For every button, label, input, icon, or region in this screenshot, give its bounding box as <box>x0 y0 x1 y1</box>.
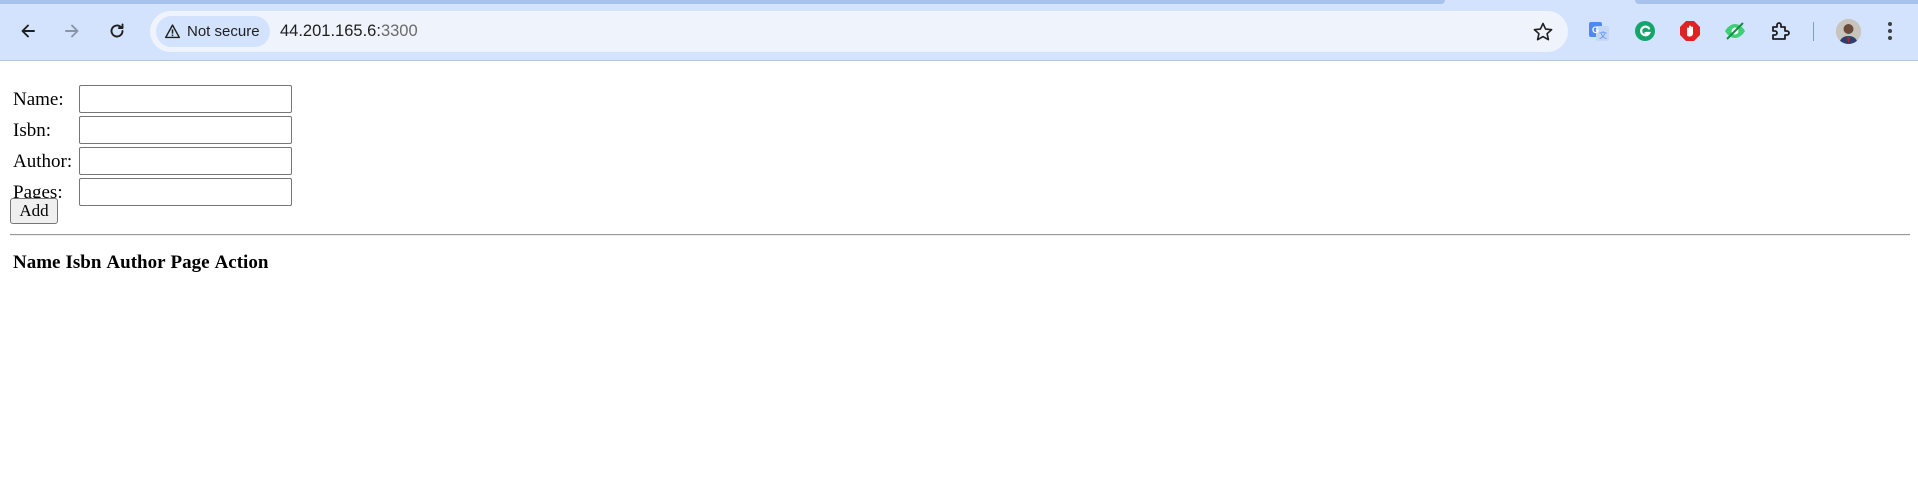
google-translate-icon: G文 <box>1589 22 1609 41</box>
toolbar-separator <box>1813 22 1814 41</box>
books-table-header: Name Isbn Author Page Action <box>13 251 273 275</box>
grammarly-icon <box>1635 21 1655 41</box>
svg-text:G: G <box>1592 25 1599 35</box>
address-bar[interactable]: Not secure 44.201.165.6:3300 <box>150 11 1568 52</box>
name-label: Name: <box>13 89 64 110</box>
add-button[interactable]: Add <box>10 198 58 224</box>
browser-toolbar: Not secure 44.201.165.6:3300 G文 <box>0 0 1918 61</box>
url-port: 3300 <box>380 22 418 40</box>
url-host: 44.201.165.6: <box>280 22 381 40</box>
form-row-name: Name: <box>11 85 311 113</box>
extensions-button[interactable] <box>1768 18 1794 44</box>
adblock-extension[interactable] <box>1677 18 1703 44</box>
warning-icon <box>164 24 181 39</box>
adblock-icon <box>1680 21 1700 41</box>
google-translate-extension[interactable]: G文 <box>1586 18 1612 44</box>
person-avatar-icon <box>1836 19 1861 44</box>
header-isbn: Isbn <box>65 252 102 273</box>
header-page: Page <box>170 252 210 273</box>
name-input[interactable] <box>79 85 292 113</box>
divider <box>10 234 1910 236</box>
url-text[interactable]: 44.201.165.6:3300 <box>280 11 1380 52</box>
header-action: Action <box>214 252 269 273</box>
forward-arrow-icon <box>65 24 79 38</box>
bookmark-star-icon[interactable] <box>1532 21 1554 43</box>
form-row-author: Author: <box>11 147 311 175</box>
author-input[interactable] <box>79 147 292 175</box>
pages-input[interactable] <box>79 178 292 206</box>
page-content: Name: Isbn: Author: Pages: Add Name Isbn… <box>0 62 1918 492</box>
eye-extension[interactable] <box>1722 18 1748 44</box>
back-button[interactable] <box>12 15 44 47</box>
tab-strip-edge-right <box>1635 0 1918 4</box>
profile-avatar[interactable] <box>1836 19 1861 44</box>
svg-text:文: 文 <box>1599 30 1607 40</box>
form-row-isbn: Isbn: <box>11 116 311 144</box>
tab-strip-edge <box>0 0 1445 4</box>
reload-button[interactable] <box>101 15 133 47</box>
grammarly-extension[interactable] <box>1632 18 1658 44</box>
reload-icon <box>110 23 124 38</box>
back-arrow-icon <box>21 24 35 38</box>
isbn-label: Isbn: <box>13 120 51 141</box>
header-author: Author <box>106 252 166 273</box>
forward-button[interactable] <box>56 15 88 47</box>
isbn-input[interactable] <box>79 116 292 144</box>
security-indicator[interactable]: Not secure <box>156 16 270 47</box>
author-label: Author: <box>13 151 73 172</box>
eye-extension-icon <box>1725 22 1745 40</box>
security-label: Not secure <box>187 23 260 40</box>
extensions-puzzle-icon <box>1772 22 1790 40</box>
more-menu-icon[interactable] <box>1880 20 1900 42</box>
header-name: Name <box>13 252 61 273</box>
